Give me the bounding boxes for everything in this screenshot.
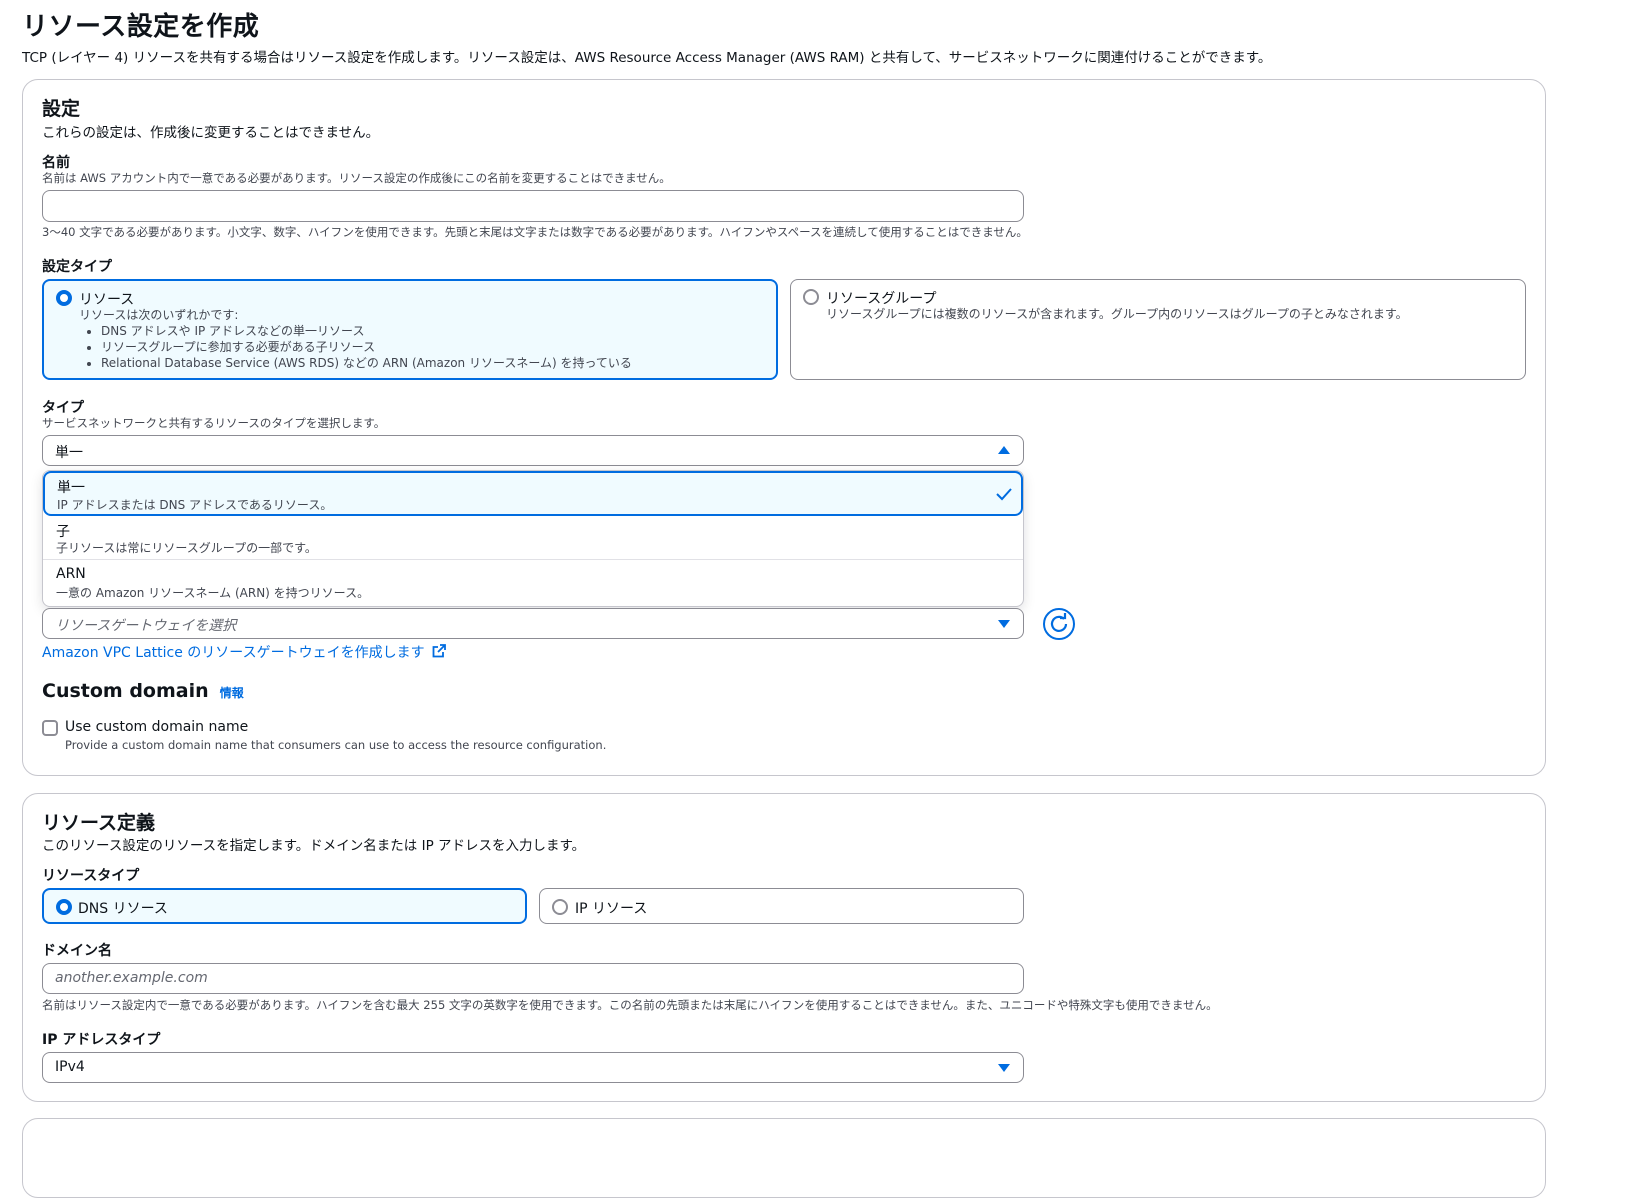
settings-heading: 設定	[42, 98, 81, 120]
type-dropdown-list: 単一 IP アドレスまたは DNS アドレスであるリソース。 子 子リソースは常…	[42, 470, 1024, 607]
resource-title: リソース	[79, 292, 135, 308]
config-type-resource-tile[interactable]: リソース リソースは次のいずれかです: DNS アドレスや IP アドレスなどの…	[42, 279, 778, 380]
config-type-label: 設定タイプ	[42, 259, 112, 275]
custom-domain-header: Custom domain 情報	[42, 680, 244, 702]
group-description: リソースグループには複数のリソースが含まれます。グループ内のリソースはグループの…	[826, 307, 1408, 321]
resource-bullet: リソースグループに参加する必要がある子リソース	[101, 339, 759, 355]
option-desc: 子リソースは常にリソースグループの一部です。	[56, 541, 317, 555]
name-input[interactable]	[42, 190, 1024, 222]
definition-subheading: このリソース設定のリソースを指定します。ドメイン名または IP アドレスを入力し…	[42, 838, 586, 854]
ip-type-value: IPv4	[55, 1059, 85, 1075]
ip-resource-tile[interactable]: IP リソース	[539, 888, 1024, 924]
refresh-icon	[1050, 613, 1068, 632]
create-gateway-link[interactable]: Amazon VPC Lattice のリソースゲートウェイを作成します	[42, 642, 446, 662]
name-constraint: 3～40 文字である必要があります。小文字、数字、ハイフンを使用できます。先頭と…	[42, 225, 1028, 239]
resource-radio[interactable]	[56, 290, 72, 306]
settings-subheading: これらの設定は、作成後に変更することはできません。	[42, 125, 380, 141]
page-title: リソース設定を作成	[22, 12, 260, 42]
resource-description: リソースは次のいずれかです: DNS アドレスや IP アドレスなどの単一リソー…	[79, 307, 759, 371]
option-desc: 一意の Amazon リソースネーム (ARN) を持つリソース。	[56, 586, 370, 600]
gateway-placeholder: リソースゲートウェイを選択	[55, 618, 237, 634]
dns-resource-tile[interactable]: DNS リソース	[42, 888, 527, 924]
create-gateway-link-text: Amazon VPC Lattice のリソースゲートウェイを作成します	[42, 645, 425, 661]
name-label: 名前	[42, 155, 70, 171]
dns-radio[interactable]	[56, 899, 72, 915]
custom-domain-heading: Custom domain	[42, 680, 209, 702]
ip-type-select[interactable]: IPv4	[42, 1052, 1024, 1083]
caret-down-icon	[998, 620, 1010, 628]
type-select[interactable]: 単一	[42, 435, 1024, 466]
type-option-single[interactable]: 単一 IP アドレスまたは DNS アドレスであるリソース。	[43, 471, 1023, 516]
info-link[interactable]: 情報	[220, 686, 244, 700]
external-link-icon	[432, 644, 446, 658]
check-icon	[996, 488, 1012, 501]
name-description: 名前は AWS アカウント内で一意である必要があります。リソース設定の作成後にこ…	[42, 171, 671, 185]
custom-domain-checkbox-desc: Provide a custom domain name that consum…	[65, 738, 607, 752]
ip-resource-label: IP リソース	[575, 901, 648, 917]
domain-input[interactable]: another.example.com	[42, 963, 1024, 994]
domain-constraint: 名前はリソース設定内で一意である必要があります。ハイフンを含む最大 255 文字…	[42, 998, 1218, 1012]
next-panel	[22, 1118, 1546, 1198]
ip-type-label: IP アドレスタイプ	[42, 1032, 161, 1048]
type-select-value: 単一	[55, 445, 83, 461]
refresh-button[interactable]	[1043, 608, 1075, 640]
type-label: タイプ	[42, 400, 84, 416]
caret-down-icon	[998, 1064, 1010, 1072]
domain-placeholder: another.example.com	[55, 970, 208, 986]
resource-type-label: リソースタイプ	[42, 868, 140, 884]
page-description: TCP (レイヤー 4) リソースを共有する場合はリソース設定を作成します。リソ…	[22, 50, 1272, 66]
config-type-group-tile[interactable]: リソースグループ リソースグループには複数のリソースが含まれます。グループ内のリ…	[790, 279, 1526, 380]
option-desc: IP アドレスまたは DNS アドレスであるリソース。	[57, 498, 333, 512]
dns-resource-label: DNS リソース	[78, 901, 168, 917]
ip-radio[interactable]	[552, 899, 568, 915]
definition-heading: リソース定義	[42, 812, 156, 834]
type-option-child[interactable]: 子 子リソースは常にリソースグループの一部です。	[43, 517, 1023, 560]
resource-bullet: Relational Database Service (AWS RDS) など…	[101, 355, 759, 371]
domain-label: ドメイン名	[42, 943, 112, 959]
custom-domain-checkbox-label: Use custom domain name	[65, 719, 249, 735]
option-title: 子	[56, 524, 70, 540]
caret-up-icon	[998, 446, 1010, 454]
type-option-arn[interactable]: ARN 一意の Amazon リソースネーム (ARN) を持つリソース。	[43, 561, 1023, 606]
option-title: 単一	[57, 480, 85, 496]
group-title: リソースグループ	[826, 291, 937, 307]
resource-bullets: DNS アドレスや IP アドレスなどの単一リソース リソースグループに参加する…	[79, 323, 759, 371]
type-description: サービスネットワークと共有するリソースのタイプを選択します。	[42, 416, 386, 430]
option-title: ARN	[56, 566, 86, 582]
resource-desc-text: リソースは次のいずれかです:	[79, 308, 239, 322]
group-radio[interactable]	[803, 289, 819, 305]
gateway-select[interactable]: リソースゲートウェイを選択	[42, 608, 1024, 639]
resource-bullet: DNS アドレスや IP アドレスなどの単一リソース	[101, 323, 759, 339]
custom-domain-checkbox[interactable]	[42, 720, 58, 736]
